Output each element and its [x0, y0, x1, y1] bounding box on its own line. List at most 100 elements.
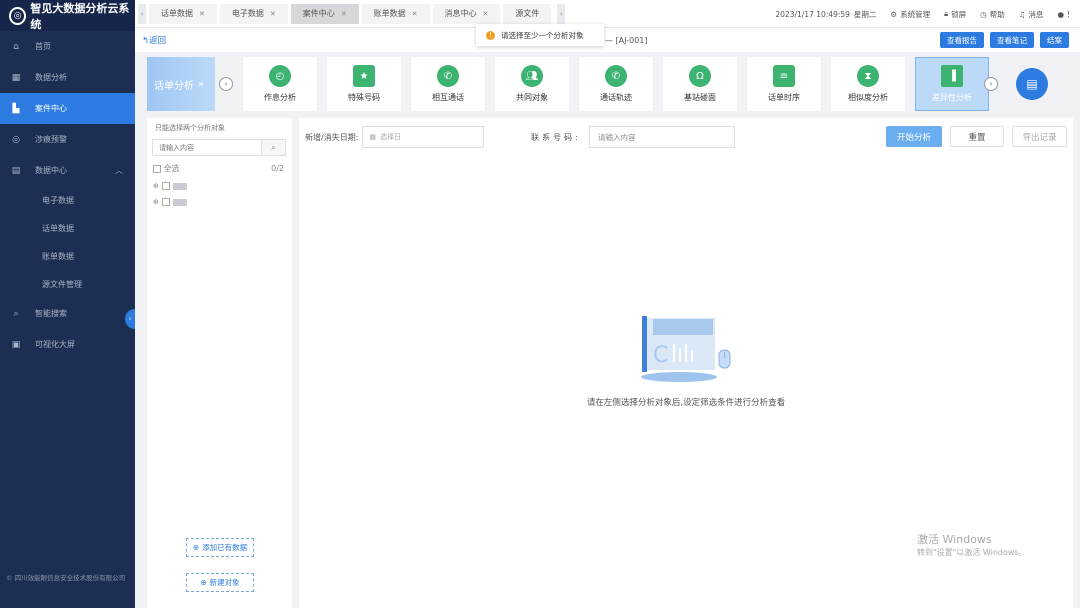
windows-watermark: 激活 Windows [917, 531, 992, 547]
tool-difference-analysis[interactable]: ▐ 差异性分析 [915, 57, 989, 111]
tool-label: 作息分析 [264, 92, 296, 103]
system-label: 系统管理 [900, 9, 930, 20]
tool-mutual-calls[interactable]: ✆相互通话 [411, 57, 485, 111]
tab-message-center[interactable]: 消息中心✕ [433, 4, 501, 24]
warning-toast: ! 请选择至少一个分析对象 [476, 24, 604, 46]
new-object-button[interactable]: ⊕新建对象 [186, 573, 254, 592]
phone-label: 联系号码: [531, 132, 581, 143]
nav-sub-call-records[interactable]: 话单数据 [0, 214, 135, 242]
help-label: 帮助 [990, 9, 1005, 20]
tool-base-station-meet[interactable]: Ω基站碰面 [663, 57, 737, 111]
nav-item-case-center[interactable]: ▙案件中心 [0, 93, 135, 124]
help-button[interactable]: ◷帮助 [980, 9, 1005, 20]
toast-message: 请选择至少一个分析对象 [501, 30, 584, 41]
reset-button[interactable]: 重置 [950, 126, 1004, 147]
phone-number-input[interactable]: 请输入内容 [589, 126, 735, 148]
select-all-label: 全选 [164, 164, 180, 173]
tab-label: 电子数据 [232, 8, 264, 19]
tool-label: 差异性分析 [932, 92, 972, 103]
tabs-scroll-left-button[interactable]: ‹ [138, 4, 146, 24]
tab-bill-data[interactable]: 账单数据✕ [362, 4, 430, 24]
company-name: © 四川效能眼信息安全技术股份有限公司 [6, 572, 125, 582]
search-icon[interactable]: ⌕ [262, 139, 286, 156]
select-all-checkbox[interactable]: 全选 [153, 163, 180, 174]
expand-icon[interactable]: ⊕ [153, 182, 159, 190]
contact-book-icon: ★ [353, 65, 375, 87]
tool-call-timeline[interactable]: ≡话单时序 [747, 57, 821, 111]
expand-icon[interactable]: ⊕ [153, 198, 159, 206]
analysis-category: 话单分析» [147, 57, 215, 111]
back-button[interactable]: ↰返回 [142, 34, 166, 46]
nav-sub-source-files[interactable]: 源文件管理 [0, 270, 135, 298]
app-title: 智见大数据分析云系统 [30, 0, 135, 32]
toolbar-scroll-right-button[interactable]: › [984, 77, 998, 91]
close-icon[interactable]: ✕ [199, 10, 205, 18]
split-panel-icon: ▐ [941, 65, 963, 87]
tool-similarity-analysis[interactable]: ⧗相似度分析 [831, 57, 905, 111]
copyright-icon: © [6, 574, 15, 582]
hourglass-icon: ⧗ [857, 65, 879, 87]
company-label: 四川效能眼信息安全技术股份有限公司 [15, 574, 126, 582]
topbar-right: 2023/1/17 10:49:59 星期二 ⚙系统管理 🔒︎锁屏 ◷帮助 ♫消… [775, 0, 1070, 28]
nav-sub-electronic-data[interactable]: 电子数据 [0, 186, 135, 214]
user-menu[interactable]: ●! [1057, 10, 1070, 19]
tab-electronic-data[interactable]: 电子数据 ✕ [220, 4, 288, 24]
close-icon[interactable]: ✕ [341, 10, 347, 18]
topbar: ‹ 话单数据✕ 电子数据 ✕ 案件中心 ✕ 账单数据✕ 消息中心✕ 源文件 › 20… [135, 0, 1080, 28]
screen-icon: ▣ [11, 340, 21, 350]
object-search-input[interactable] [152, 139, 262, 156]
tool-label: 共同对象 [516, 92, 548, 103]
clipboard-icon[interactable]: ▤ [1016, 68, 1048, 100]
svg-text:C: C [653, 343, 668, 368]
user-icon: ● [1057, 10, 1064, 19]
system-management-button[interactable]: ⚙系统管理 [890, 9, 930, 20]
list-item[interactable]: ⊕ [147, 190, 292, 206]
search-icon: ⌕ [11, 309, 21, 319]
nav-item-alert[interactable]: ◎涉痕预警 [0, 124, 135, 155]
calendar-icon: ▦ [369, 133, 376, 141]
checkbox-icon[interactable] [162, 182, 170, 190]
close-icon[interactable]: ✕ [270, 10, 276, 18]
nav-item-big-screen[interactable]: ▣ 可视化大屏 [0, 329, 135, 360]
clock-icon: ◴ [269, 65, 291, 87]
list-item[interactable]: ⊕ [147, 174, 292, 190]
tool-common-contacts[interactable]: 👥︎共同对象 [495, 57, 569, 111]
tab-case-center[interactable]: 案件中心 ✕ [291, 4, 359, 24]
analysis-toolbar: 话单分析» ‹ ◴ 作息分析 ★特殊号码 ✆相互通话 👥︎共同对象 ✆通话轨迹 Ω… [147, 56, 1071, 112]
export-records-button[interactable]: 导出记录 [1012, 126, 1067, 147]
toolbar-scroll-left-button[interactable]: ‹ [219, 77, 233, 91]
close-case-button[interactable]: 结案 [1040, 32, 1069, 48]
object-hint: 只能选择两个分析对象 [147, 118, 292, 133]
tab-source-files[interactable]: 源文件 [503, 4, 551, 24]
date-placeholder: 选择日 [380, 132, 401, 142]
tool-special-numbers[interactable]: ★特殊号码 [327, 57, 401, 111]
nav-item-data-center[interactable]: ▤数据中心︿ [0, 155, 135, 186]
chevron-left-icon: ‹ [129, 315, 132, 323]
close-icon[interactable]: ✕ [412, 10, 418, 18]
tab-call-records[interactable]: 话单数据✕ [149, 4, 217, 24]
lock-screen-button[interactable]: 🔒︎锁屏 [944, 9, 966, 20]
database-icon: ▤ [11, 166, 21, 176]
tabs-scroll-right-button[interactable]: › [557, 4, 565, 24]
tab-label: 案件中心 [303, 8, 335, 19]
tool-schedule-analysis[interactable]: ◴ 作息分析 [243, 57, 317, 111]
nav-item-smart-search[interactable]: ⌕智能搜索 [0, 298, 135, 329]
nav-item-home[interactable]: ⌂首页 [0, 31, 135, 62]
tool-call-trajectory[interactable]: ✆通话轨迹 [579, 57, 653, 111]
nav-item-data-analysis[interactable]: ▦数据分析 [0, 62, 135, 93]
redacted-label [173, 183, 187, 190]
folder-icon: ▙ [11, 104, 21, 114]
view-notes-button[interactable]: 查看笔记 [990, 32, 1034, 48]
chevron-up-icon: ︿ [115, 165, 123, 176]
date-picker[interactable]: ▦ 选择日 [362, 126, 484, 148]
close-icon[interactable]: ✕ [483, 10, 489, 18]
start-analysis-button[interactable]: 开始分析 [886, 126, 942, 147]
nav-sub-bill-data[interactable]: 账单数据 [0, 242, 135, 270]
messages-button[interactable]: ♫消息 [1019, 9, 1044, 20]
home-icon: ⌂ [11, 42, 21, 52]
add-existing-data-button[interactable]: ⊕添加已有数据 [186, 538, 254, 557]
checkbox-icon[interactable] [162, 198, 170, 206]
case-id: — [AJ-001] [605, 36, 648, 45]
nav-label: 可视化大屏 [35, 339, 75, 350]
view-report-button[interactable]: 查看报告 [940, 32, 984, 48]
